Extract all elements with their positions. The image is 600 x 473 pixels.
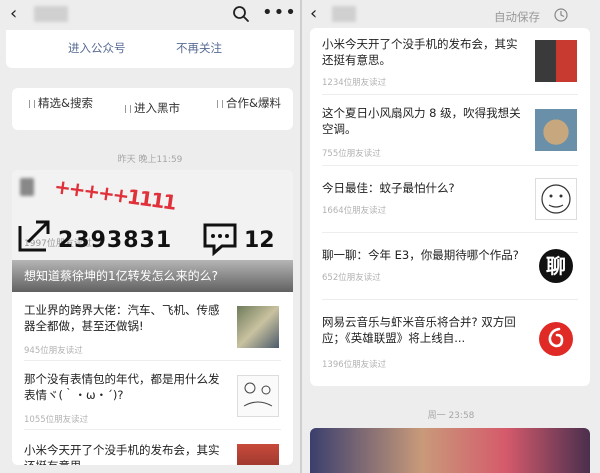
message-timestamp: 昨天 晚上11:59 xyxy=(117,155,183,165)
blurred-account-name xyxy=(34,6,68,22)
banner-headline: 想知道蔡徐坤的1亿转发怎么来的么? xyxy=(24,269,219,283)
right-phone-screen: ‹ 自动保存 小米今天开了个没手机的发布会，其实还挺有意思。 1234位朋友读过… xyxy=(300,0,600,473)
comment-icon xyxy=(203,223,237,256)
menu-item-label: 合作&爆料 xyxy=(226,96,281,110)
list-item[interactable]: 小米今天开了个没手机的发布会，其实还挺有意思。 1234位朋友读过 xyxy=(310,28,590,94)
article-title: 这个夏日小风扇风力 8 级，吹得我想关空调。 xyxy=(322,106,521,136)
list-item[interactable]: 聊一聊：今年 E3，你最期待哪个作品? 652位朋友读过 聊 xyxy=(310,233,590,299)
article-thumbnail xyxy=(237,306,279,348)
clock-icon xyxy=(554,8,568,22)
list-item[interactable]: 网易云音乐与虾米音乐将合并? 双方回应；《英雄联盟》将上线自... 1396位朋… xyxy=(310,300,590,380)
article-group-card: 1997位朋友读过 +++++1111 2393831 12 想知道蔡徐坤的1亿… xyxy=(12,170,293,465)
list-item[interactable]: 今日最佳：蚊子最怕什么? 1664位朋友读过 xyxy=(310,166,590,232)
article-thumbnail xyxy=(535,178,577,220)
sketch-thumbnail-icon xyxy=(243,382,273,407)
share-arrow-icon xyxy=(18,220,50,252)
article-thumbnail: 聊 xyxy=(535,245,577,287)
message-timestamp: 周一 23:58 xyxy=(427,411,475,421)
netease-music-icon xyxy=(539,322,573,356)
blurred-account-name xyxy=(332,6,356,22)
article-reads: 945位朋友读过 xyxy=(24,346,83,356)
article-reads: 1055位朋友读过 xyxy=(24,415,89,425)
plus-marks: +++++1111 xyxy=(52,174,177,215)
banner-blur xyxy=(20,178,34,196)
search-icon[interactable] xyxy=(232,5,250,23)
next-article-banner[interactable] xyxy=(310,428,590,473)
back-arrow-icon[interactable]: ‹ xyxy=(310,4,317,24)
article-title: 聊一聊：今年 E3，你最期待哪个作品? xyxy=(322,248,519,262)
article-reads: 1664位朋友读过 xyxy=(322,206,387,216)
left-top-bar: ‹ ••• xyxy=(0,0,300,30)
list-item[interactable]: 那个没有表情包的年代，都是用什么发表情ヾ(｀・ω・´)? 1055位朋友读过 xyxy=(12,361,293,429)
article-title: 小米今天开了个没手机的发布会，其实还挺有意思 xyxy=(24,443,220,465)
follow-account-button[interactable]: 进入公众号 xyxy=(68,40,126,56)
article-thumbnail xyxy=(535,109,577,151)
menu-item-featured-search[interactable]: 精选&搜索 xyxy=(29,96,98,111)
more-icon[interactable]: ••• xyxy=(262,2,297,23)
right-top-bar: ‹ 自动保存 xyxy=(302,0,600,30)
article-title: 小米今天开了个没手机的发布会，其实还挺有意思。 xyxy=(322,37,518,67)
account-actions-card: 进入公众号 不再关注 xyxy=(6,30,294,68)
article-group-card: 小米今天开了个没手机的发布会，其实还挺有意思。 1234位朋友读过 这个夏日小风… xyxy=(310,28,590,386)
autosave-status: 自动保存 xyxy=(494,10,540,24)
list-item[interactable]: 这个夏日小风扇风力 8 级，吹得我想关空调。 755位朋友读过 xyxy=(310,95,590,165)
meme-face-icon xyxy=(541,184,571,214)
article-title: 工业界的跨界大佬：汽车、飞机、传感器全都做，甚至还做锅! xyxy=(24,303,220,333)
article-thumbnail xyxy=(535,40,577,82)
article-reads: 755位朋友读过 xyxy=(322,149,381,159)
left-phone-screen: ‹ ••• 进入公众号 不再关注 精选&搜索 进入黑市 合作&爆料 昨天 晚上1… xyxy=(0,0,300,473)
article-title: 网易云音乐与虾米音乐将合并? 双方回应；《英雄联盟》将上线自... xyxy=(322,315,516,345)
article-reads: 1234位朋友读过 xyxy=(322,78,387,88)
menu-item-cooperation[interactable]: 合作&爆料 xyxy=(217,96,284,111)
menu-card: 精选&搜索 进入黑市 合作&爆料 xyxy=(12,88,293,130)
menu-bar-icon xyxy=(217,100,223,108)
menu-item-black-market[interactable]: 进入黑市 xyxy=(125,101,204,116)
chat-badge: 聊 xyxy=(539,249,573,283)
article-reads: 1396位朋友读过 xyxy=(322,360,387,370)
back-arrow-icon[interactable]: ‹ xyxy=(10,4,17,24)
article-thumbnail xyxy=(535,318,577,360)
comment-count: 12 xyxy=(244,228,275,253)
menu-bar-icon xyxy=(29,100,35,108)
forward-count: 2393831 xyxy=(58,228,173,253)
article-reads: 652位朋友读过 xyxy=(322,273,381,283)
article-banner[interactable]: 1997位朋友读过 +++++1111 2393831 12 想知道蔡徐坤的1亿… xyxy=(12,170,293,292)
menu-item-label: 精选&搜索 xyxy=(38,96,93,110)
menu-bar-icon xyxy=(125,105,131,113)
article-title: 那个没有表情包的年代，都是用什么发表情ヾ(｀・ω・´)? xyxy=(24,372,220,402)
article-title: 今日最佳：蚊子最怕什么? xyxy=(322,181,455,195)
unfollow-button[interactable]: 不再关注 xyxy=(176,40,222,56)
article-thumbnail xyxy=(237,444,279,465)
list-item[interactable]: 小米今天开了个没手机的发布会，其实还挺有意思 xyxy=(12,430,293,465)
article-thumbnail xyxy=(237,375,279,417)
menu-item-label: 进入黑市 xyxy=(134,101,180,115)
list-item[interactable]: 工业界的跨界大佬：汽车、飞机、传感器全都做，甚至还做锅! 945位朋友读过 xyxy=(12,292,293,360)
